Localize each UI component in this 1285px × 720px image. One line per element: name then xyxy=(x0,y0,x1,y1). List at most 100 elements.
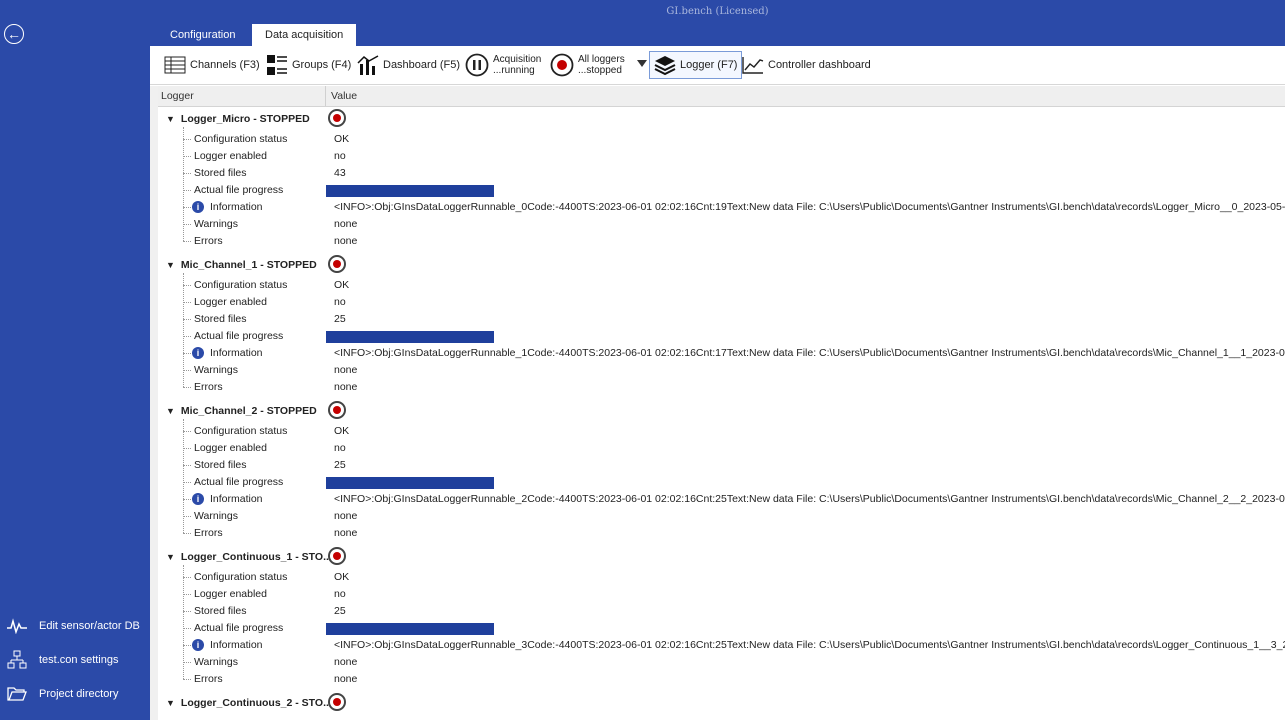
loggers-dropdown-button[interactable] xyxy=(637,51,647,79)
controller-dashboard-label: Controller dashboard xyxy=(768,59,871,71)
info-icon: i xyxy=(192,639,204,651)
table-row[interactable]: Actual file progress xyxy=(158,182,1285,199)
table-row[interactable]: Actual file progress xyxy=(158,474,1285,491)
column-header-logger[interactable]: Logger xyxy=(161,90,194,102)
table-row[interactable]: i Information <INFO>:Obj:GInsDataLoggerRun… xyxy=(158,491,1285,508)
logger-group-row[interactable]: ▼ Logger_Continuous_1 - STO... xyxy=(158,545,1285,569)
groups-button[interactable]: Groups (F4) xyxy=(266,51,351,79)
table-row[interactable]: Logger enabled no xyxy=(158,440,1285,457)
tree-branch-line xyxy=(183,285,191,286)
table-row[interactable]: i Information <INFO>:Obj:GInsDataLoggerRun… xyxy=(158,637,1285,654)
table-row[interactable]: Warnings none xyxy=(158,362,1285,379)
table-row[interactable]: Stored files 25 xyxy=(158,457,1285,474)
stop-record-icon[interactable] xyxy=(328,547,346,565)
table-row[interactable]: Stored files 25 xyxy=(158,311,1285,328)
sidebar-item-label: Edit sensor/actor DB xyxy=(39,620,140,632)
field-value: 25 xyxy=(334,313,346,325)
field-value: no xyxy=(334,150,346,162)
tree-branch-line xyxy=(183,139,191,140)
expand-triangle-icon[interactable]: ▼ xyxy=(166,114,175,124)
field-label: Information xyxy=(210,347,263,359)
table-row[interactable]: Warnings none xyxy=(158,216,1285,233)
tree-branch-line xyxy=(183,499,191,500)
logger-group-row[interactable]: ▼ Mic_Channel_2 - STOPPED xyxy=(158,399,1285,423)
table-row[interactable]: Configuration status OK xyxy=(158,277,1285,294)
expand-triangle-icon[interactable]: ▼ xyxy=(166,260,175,270)
expand-triangle-icon[interactable]: ▼ xyxy=(166,698,175,708)
table-row[interactable]: Logger enabled no xyxy=(158,294,1285,311)
stop-record-icon[interactable] xyxy=(328,401,346,419)
channels-button[interactable]: Channels (F3) xyxy=(164,51,260,79)
table-row[interactable]: Configuration status OK xyxy=(158,131,1285,148)
field-label: Stored files xyxy=(194,313,247,325)
table-row[interactable]: Logger enabled no xyxy=(158,148,1285,165)
field-value: none xyxy=(334,527,358,539)
sidebar-item-label: test.con settings xyxy=(39,654,119,666)
sidebar-item-label: Project directory xyxy=(39,688,119,700)
acquisition-button[interactable]: Acquisition ...running xyxy=(465,51,541,79)
sidebar-item-project-directory[interactable]: Project directory xyxy=(6,683,118,705)
field-label: Logger enabled xyxy=(194,588,267,600)
field-value: none xyxy=(334,510,358,522)
field-label: Errors xyxy=(194,527,223,539)
field-value: none xyxy=(334,235,358,247)
table-row[interactable]: Actual file progress xyxy=(158,328,1285,345)
logger-tree: ▼ Logger_Micro - STOPPED Configuration sta… xyxy=(158,107,1285,720)
table-row[interactable]: Errors none xyxy=(158,379,1285,396)
field-value: OK xyxy=(334,425,350,437)
network-tree-icon xyxy=(6,650,28,670)
sidebar-item-testcon-settings[interactable]: test.con settings xyxy=(6,649,119,671)
table-row[interactable]: Stored files 43 xyxy=(158,165,1285,182)
controller-dashboard-button[interactable]: Controller dashboard xyxy=(742,51,871,79)
tree-branch-line xyxy=(183,679,191,680)
table-row[interactable]: Errors none xyxy=(158,671,1285,688)
tab-configuration[interactable]: Configuration xyxy=(157,24,248,46)
back-arrow-icon[interactable]: ← xyxy=(4,24,24,44)
tree-branch-line xyxy=(183,336,191,337)
logger-group-label: ▼ Logger_Micro - STOPPED xyxy=(166,113,310,125)
field-value: none xyxy=(334,218,358,230)
tree-branch-line xyxy=(183,173,191,174)
column-header-value[interactable]: Value xyxy=(325,86,357,106)
table-row[interactable]: Logger enabled no xyxy=(158,586,1285,603)
logger-button[interactable]: Logger (F7) xyxy=(649,51,743,79)
field-label: Configuration status xyxy=(194,571,288,583)
stop-record-icon[interactable] xyxy=(328,255,346,273)
sidebar-item-sensor-db[interactable]: Edit sensor/actor DB xyxy=(6,615,140,637)
table-row[interactable]: Actual file progress xyxy=(158,620,1285,637)
logger-group-row[interactable]: ▼ Mic_Channel_1 - STOPPED xyxy=(158,253,1285,277)
table-row[interactable]: Warnings none xyxy=(158,654,1285,671)
stop-record-icon[interactable] xyxy=(328,109,346,127)
table-row[interactable]: i Information <INFO>:Obj:GInsDataLoggerRun… xyxy=(158,199,1285,216)
table-row[interactable]: i Information <INFO>:Obj:GInsDataLoggerRun… xyxy=(158,345,1285,362)
folder-open-icon xyxy=(6,686,28,702)
table-row[interactable]: Errors none xyxy=(158,233,1285,250)
table-row[interactable]: Configuration status OK xyxy=(158,423,1285,440)
table-row[interactable]: Errors none xyxy=(158,525,1285,542)
tab-data-acquisition[interactable]: Data acquisition xyxy=(252,24,357,46)
tree-branch-line xyxy=(183,241,191,242)
tree-branch-line xyxy=(183,645,191,646)
acquisition-state: ...running xyxy=(493,65,535,76)
tree-branch-line xyxy=(183,577,191,578)
dashboard-label: Dashboard (F5) xyxy=(383,59,461,71)
loggers-state: ...stopped xyxy=(578,65,622,76)
field-label: Configuration status xyxy=(194,279,288,291)
table-row[interactable]: Stored files 25 xyxy=(158,603,1285,620)
logger-group-row[interactable]: ▼ Logger_Continuous_2 - STO... xyxy=(158,691,1285,715)
dashboard-button[interactable]: Dashboard (F5) xyxy=(357,51,460,79)
field-label: Actual file progress xyxy=(194,622,284,634)
field-label: Information xyxy=(210,201,263,213)
all-loggers-button[interactable]: All loggers ...stopped xyxy=(550,51,625,79)
stop-record-icon[interactable] xyxy=(328,693,346,711)
pause-circle-icon xyxy=(465,53,489,77)
tree-branch-line xyxy=(183,662,191,663)
logger-group-row[interactable]: ▼ Logger_Micro - STOPPED xyxy=(158,107,1285,131)
info-icon: i xyxy=(192,201,204,213)
expand-triangle-icon[interactable]: ▼ xyxy=(166,552,175,562)
field-value: 25 xyxy=(334,459,346,471)
logger-group-label: ▼ Mic_Channel_1 - STOPPED xyxy=(166,259,317,271)
table-row[interactable]: Configuration status OK xyxy=(158,569,1285,586)
table-row[interactable]: Warnings none xyxy=(158,508,1285,525)
expand-triangle-icon[interactable]: ▼ xyxy=(166,406,175,416)
